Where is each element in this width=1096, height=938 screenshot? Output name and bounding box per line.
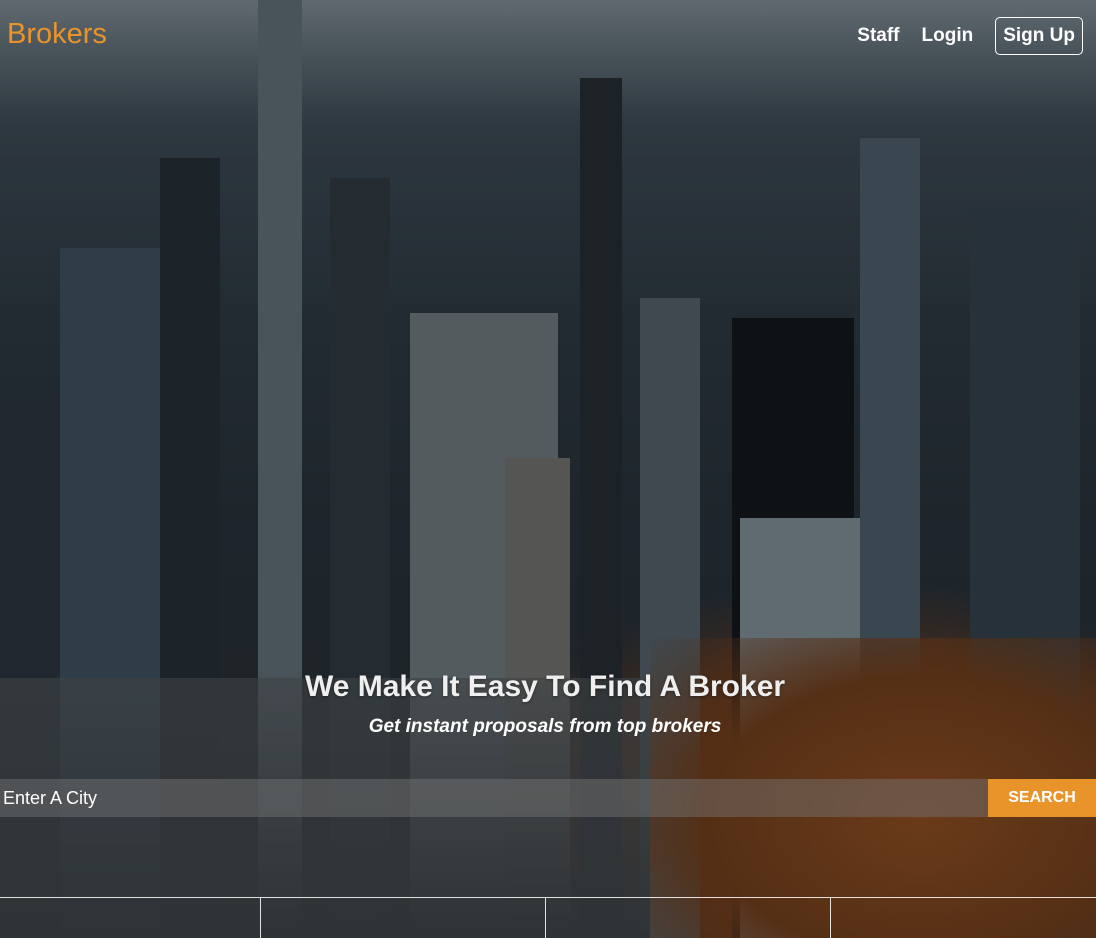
nav-staff-link[interactable]: Staff <box>857 25 899 47</box>
bottom-tiles-divider <box>0 897 1096 938</box>
tile-divider <box>545 898 546 938</box>
brand-logo[interactable]: Brokers <box>7 18 107 51</box>
hero-subheadline: Get instant proposals from top brokers <box>368 716 722 737</box>
top-nav: Staff Login Sign Up <box>857 17 1083 55</box>
nav-login-link[interactable]: Login <box>922 25 974 47</box>
tile-divider <box>830 898 831 938</box>
city-search-input[interactable] <box>0 779 988 817</box>
tile-divider <box>260 898 261 938</box>
search-button[interactable]: SEARCH <box>988 779 1096 817</box>
hero-headline: We Make It Easy To Find A Broker <box>304 670 786 703</box>
nav-signup-button[interactable]: Sign Up <box>995 17 1083 55</box>
city-search-bar: SEARCH <box>0 779 1096 817</box>
